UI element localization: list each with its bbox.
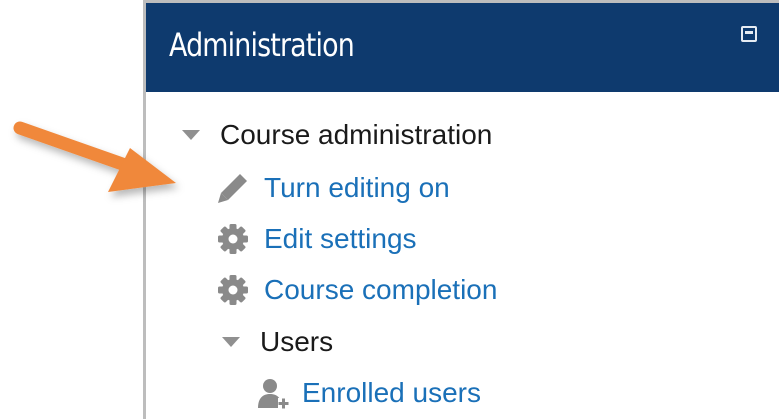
gear-icon xyxy=(218,224,248,254)
screenshot-stage: Administration Course administration Tur… xyxy=(0,0,779,419)
edit-settings-link[interactable]: Edit settings xyxy=(264,223,417,255)
tree-item-edit-settings[interactable]: Edit settings xyxy=(216,219,417,259)
users-label: Users xyxy=(260,326,334,357)
caret-down-icon[interactable] xyxy=(222,337,240,347)
tree-item-turn-editing-on[interactable]: Turn editing on xyxy=(216,168,450,208)
minus-square-icon[interactable] xyxy=(741,26,757,42)
tree-item-enrolled-users[interactable]: Enrolled users xyxy=(256,373,481,413)
user-plus-icon xyxy=(258,379,289,409)
turn-editing-on-link[interactable]: Turn editing on xyxy=(264,172,450,204)
tree-item-course-completion[interactable]: Course completion xyxy=(216,270,497,310)
block-title: Administration xyxy=(169,26,355,64)
pointer-arrow-icon xyxy=(13,121,176,192)
enrolled-users-link[interactable]: Enrolled users xyxy=(302,377,481,409)
pencil-icon xyxy=(218,174,247,203)
administration-block: Administration Course administration Tur… xyxy=(143,0,779,419)
tree-node-users[interactable]: Users xyxy=(222,322,333,362)
course-completion-link[interactable]: Course completion xyxy=(264,274,497,306)
block-header: Administration xyxy=(146,3,779,92)
gear-icon xyxy=(218,275,248,305)
tree-node-course-administration[interactable]: Course administration xyxy=(182,115,492,155)
course-administration-label: Course administration xyxy=(220,119,493,150)
